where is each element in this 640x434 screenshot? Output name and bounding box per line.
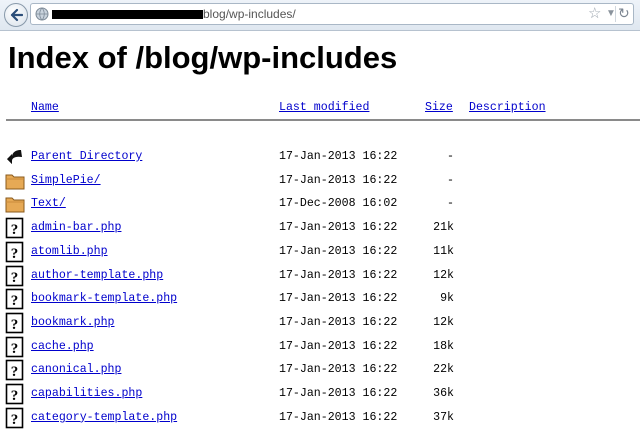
last-modified-value: 17-Jan-2013 16:22 (279, 244, 398, 258)
folder-icon[interactable] (5, 193, 25, 215)
last-modified-value: 17-Jan-2013 16:22 (279, 221, 398, 235)
size-value: 12k (433, 268, 454, 282)
list-item: ? canonical.php 17-Jan-2013 16:22 22k (0, 359, 640, 381)
size-value: - (447, 173, 454, 187)
svg-text:?: ? (11, 317, 19, 333)
list-item: Parent Directory 17-Jan-2013 16:22 - (0, 146, 640, 168)
column-header-name[interactable]: Name (31, 101, 59, 114)
column-header-size[interactable]: Size (425, 101, 453, 114)
svg-text:?: ? (11, 222, 19, 238)
column-header-last-modified[interactable]: Last modified (279, 101, 369, 114)
size-value: 21k (433, 221, 454, 235)
unknown-file-icon[interactable]: ? (5, 407, 25, 429)
list-item: ? bookmark.php 17-Jan-2013 16:22 12k (0, 312, 640, 334)
svg-text:?: ? (11, 246, 19, 262)
unknown-file-icon[interactable]: ? (5, 336, 25, 358)
column-header-description[interactable]: Description (469, 101, 546, 114)
unknown-file-icon[interactable]: ? (5, 312, 25, 334)
size-value: 36k (433, 387, 454, 400)
last-modified-value: 17-Dec-2008 16:02 (279, 197, 398, 211)
unknown-file-icon[interactable]: ? (5, 241, 25, 263)
list-item: ? category-template.php 17-Jan-2013 16:22 3… (0, 407, 640, 429)
file-link[interactable]: admin-bar.php (31, 221, 121, 234)
browser-toolbar: blog/wp-includes/ ☆ ▼ ↻ (0, 0, 640, 31)
list-item: ? author-template.php 17-Jan-2013 16:22 12k (0, 265, 640, 287)
globe-icon (35, 7, 49, 21)
last-modified-value: 17-Jan-2013 16:22 (279, 339, 398, 353)
svg-text:?: ? (11, 388, 19, 404)
size-value: 18k (433, 339, 454, 353)
url-path: blog/wp-includes/ (203, 7, 296, 21)
unknown-file-icon[interactable]: ? (5, 217, 25, 239)
header-divider (6, 119, 640, 121)
list-item: ? admin-bar.php 17-Jan-2013 16:22 21k (0, 217, 640, 239)
file-link[interactable]: Parent Directory (31, 150, 142, 163)
back-arrow-icon (10, 8, 23, 22)
file-link[interactable]: author-template.php (31, 269, 163, 282)
size-value: - (447, 197, 454, 211)
list-item: ? cache.php 17-Jan-2013 16:22 18k (0, 336, 640, 358)
last-modified-value: 17-Jan-2013 16:22 (279, 387, 398, 400)
back-arrow-icon[interactable] (5, 146, 25, 168)
file-link[interactable]: bookmark.php (31, 316, 115, 329)
file-link[interactable]: capabilities.php (31, 387, 142, 400)
list-item: ? atomlib.php 17-Jan-2013 16:22 11k (0, 241, 640, 263)
last-modified-value: 17-Jan-2013 16:22 (279, 315, 398, 329)
last-modified-value: 17-Jan-2013 16:22 (279, 363, 398, 377)
svg-text:?: ? (11, 412, 19, 428)
unknown-file-icon[interactable]: ? (5, 288, 25, 310)
last-modified-value: 17-Jan-2013 16:22 (279, 292, 398, 306)
size-value: 9k (440, 292, 454, 306)
bookmark-star-icon[interactable]: ☆ (588, 4, 601, 22)
back-button[interactable] (4, 3, 28, 27)
last-modified-value: 17-Jan-2013 16:22 (279, 410, 398, 424)
svg-text:?: ? (11, 293, 19, 309)
list-item: ? bookmark-template.php 17-Jan-2013 16:22 9… (0, 288, 640, 310)
size-value: - (447, 150, 454, 163)
folder-icon[interactable] (5, 170, 25, 192)
file-link[interactable]: canonical.php (31, 363, 121, 376)
size-value: 22k (433, 363, 454, 377)
size-value: 37k (433, 410, 454, 424)
svg-text:?: ? (11, 270, 19, 286)
list-item: Text/17-Dec-2008 16:02 - (0, 193, 640, 215)
reload-icon[interactable]: ↻ (618, 5, 630, 22)
unknown-file-icon[interactable]: ? (5, 383, 25, 405)
file-link[interactable]: cache.php (31, 340, 94, 353)
divider (615, 6, 616, 22)
file-link[interactable]: atomlib.php (31, 245, 108, 258)
list-item: ? capabilities.php 17-Jan-2013 16:22 36k (0, 383, 640, 405)
last-modified-value: 17-Jan-2013 16:22 (279, 150, 398, 163)
file-link[interactable]: bookmark-template.php (31, 292, 177, 305)
file-link[interactable]: SimplePie/ (31, 174, 101, 187)
file-link[interactable]: category-template.php (31, 411, 177, 424)
last-modified-value: 17-Jan-2013 16:22 (279, 173, 398, 187)
svg-text:?: ? (11, 341, 19, 357)
address-bar[interactable]: blog/wp-includes/ ☆ ▼ ↻ (30, 3, 634, 25)
last-modified-value: 17-Jan-2013 16:22 (279, 268, 398, 282)
svg-text:?: ? (11, 364, 19, 380)
page-title: Index of /blog/wp-includes (8, 40, 398, 75)
unknown-file-icon[interactable]: ? (5, 359, 25, 381)
size-value: 11k (433, 244, 454, 258)
unknown-file-icon[interactable]: ? (5, 265, 25, 287)
file-link[interactable]: Text/ (31, 197, 66, 210)
redacted-domain (52, 10, 203, 19)
size-value: 12k (433, 315, 454, 329)
list-item: SimplePie/17-Jan-2013 16:22 - (0, 170, 640, 192)
